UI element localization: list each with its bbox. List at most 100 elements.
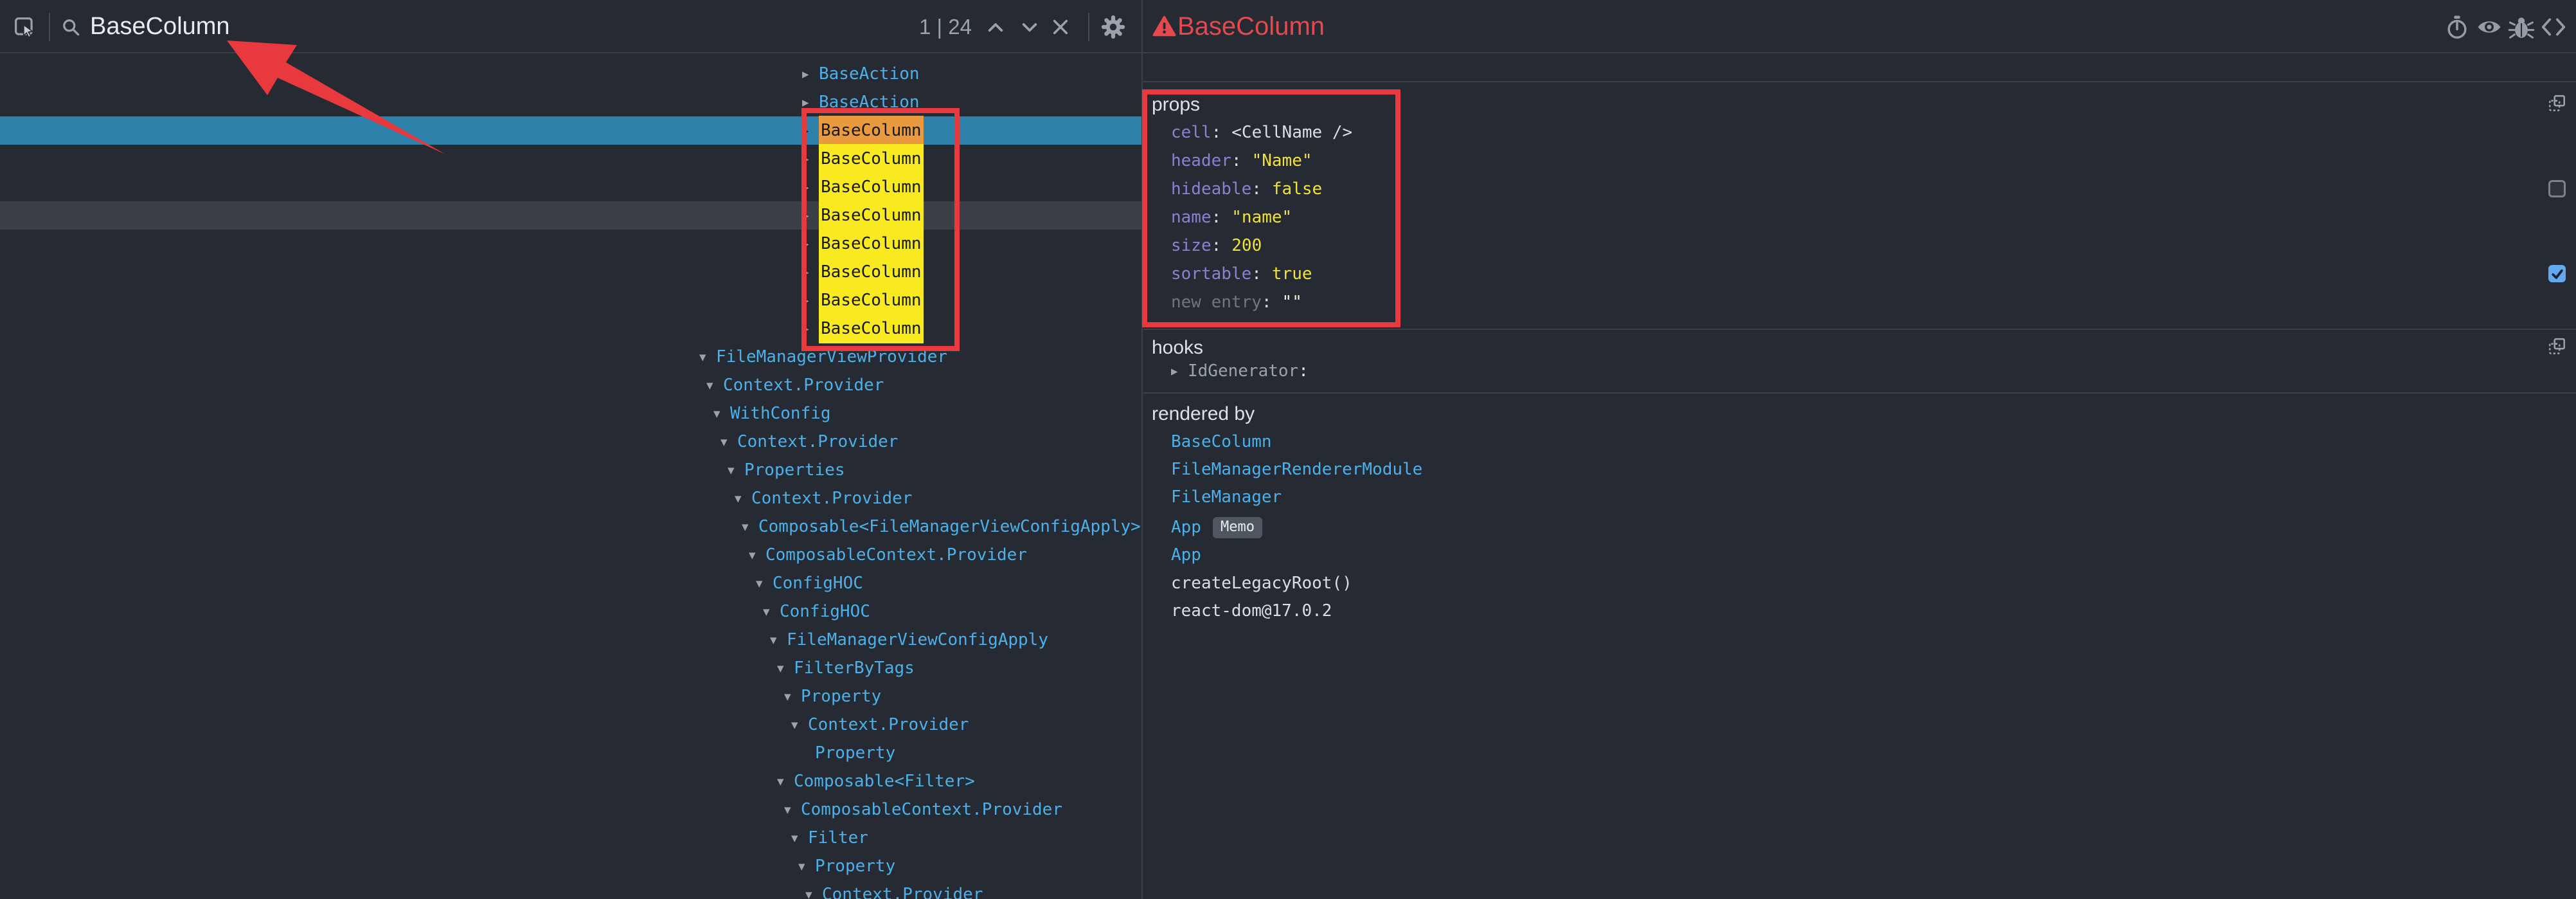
component-name[interactable]: Composable<Filter> [794, 772, 975, 791]
component-name[interactable]: Context.Provider [723, 376, 884, 395]
chevron-collapsed-icon[interactable]: ▸ [802, 179, 819, 195]
component-name[interactable]: Properties [744, 460, 845, 480]
owner-link[interactable]: BaseColumn [1171, 432, 1272, 451]
prop-value[interactable]: "" [1282, 293, 1302, 312]
tree-row[interactable]: ▾ConfigHOC [0, 597, 1141, 626]
tree-row[interactable]: ▾Context.Provider [0, 484, 1141, 513]
chevron-collapsed-icon[interactable]: ▸ [802, 95, 819, 110]
chevron-collapsed-icon[interactable]: ▸ [802, 264, 819, 280]
prop-value[interactable]: "name" [1231, 208, 1292, 227]
chevron-collapsed-icon[interactable]: ▸ [802, 66, 819, 82]
clear-search-icon[interactable] [1051, 18, 1069, 36]
chevron-collapsed-icon[interactable]: ▸ [802, 208, 819, 223]
component-name[interactable]: Property [815, 857, 895, 876]
component-name[interactable]: ComposableContext.Provider [765, 545, 1027, 565]
component-name[interactable]: Context.Provider [822, 885, 983, 899]
tree-row[interactable]: ▾Context.Provider [0, 371, 1141, 399]
panel-divider[interactable] [1141, 0, 1143, 899]
settings-gear-icon[interactable] [1100, 14, 1126, 40]
component-name[interactable]: Composable<FileManagerViewConfigApply> [758, 517, 1141, 536]
chevron-expanded-icon[interactable]: ▾ [784, 689, 801, 704]
tree-row[interactable]: ▾WithConfig [0, 399, 1141, 428]
chevron-collapsed-icon[interactable]: ▸ [1171, 363, 1188, 379]
prop-value[interactable]: true [1272, 264, 1312, 284]
tree-row[interactable]: ▸BaseColumn [0, 173, 1141, 201]
tree-row[interactable]: ▾ComposableContext.Provider [0, 541, 1141, 569]
component-name[interactable]: ComposableContext.Provider [801, 800, 1062, 819]
tree-row[interactable]: ▸BaseColumn [0, 314, 1141, 343]
component-name[interactable]: BaseColumn [819, 229, 924, 259]
chevron-expanded-icon[interactable]: ▾ [777, 774, 794, 789]
component-name[interactable]: BaseColumn [819, 257, 924, 287]
checkbox-checked[interactable] [2548, 265, 2566, 282]
component-name[interactable]: ConfigHOC [773, 574, 863, 593]
chevron-expanded-icon[interactable]: ▾ [777, 660, 794, 676]
component-name[interactable]: BaseColumn [819, 116, 924, 145]
chevron-expanded-icon[interactable]: ▾ [713, 406, 730, 421]
tree-row[interactable]: ▾Context.Provider [0, 428, 1141, 456]
tree-row[interactable]: ▾ComposableContext.Provider [0, 795, 1141, 824]
tree-row[interactable]: ▾FileManagerViewConfigApply [0, 626, 1141, 654]
tree-row[interactable]: ▾Property [0, 682, 1141, 711]
tree-row[interactable]: ▾FileManagerViewProvider [0, 343, 1141, 371]
component-name[interactable]: Filter [808, 828, 868, 848]
search-input[interactable] [90, 0, 900, 53]
component-name[interactable]: FileManagerViewConfigApply [787, 630, 1048, 649]
chevron-collapsed-icon[interactable]: ▸ [802, 321, 819, 336]
component-name[interactable]: Context.Provider [751, 489, 912, 508]
tree-row[interactable]: ▾Composable<Filter> [0, 767, 1141, 795]
owner-link[interactable]: App [1171, 545, 1201, 565]
owner-link[interactable]: FileManager [1171, 487, 1282, 507]
checkbox-unchecked[interactable] [2548, 180, 2566, 197]
chevron-expanded-icon[interactable]: ▾ [720, 434, 737, 450]
component-name[interactable]: BaseColumn [819, 172, 924, 202]
next-result-icon[interactable] [1020, 19, 1039, 35]
component-name[interactable]: BaseAction [819, 93, 920, 112]
prop-value[interactable]: false [1272, 179, 1322, 199]
chevron-expanded-icon[interactable]: ▾ [791, 717, 808, 732]
previous-result-icon[interactable] [986, 19, 1005, 35]
tree-row[interactable]: ▾ConfigHOC [0, 569, 1141, 597]
tree-row[interactable]: ▸BaseColumn [0, 116, 1141, 145]
component-name[interactable]: Property [815, 743, 895, 763]
component-name[interactable]: BaseColumn [819, 286, 924, 315]
chevron-expanded-icon[interactable]: ▾ [706, 377, 723, 393]
component-name[interactable]: Property [801, 687, 881, 706]
tree-row[interactable]: ▾Properties [0, 456, 1141, 484]
owner-link[interactable]: FileManagerRendererModule [1171, 460, 1422, 479]
tree-row[interactable]: ▸BaseColumn [0, 201, 1141, 230]
tree-row[interactable]: Property [0, 739, 1141, 767]
component-name[interactable]: BaseColumn [819, 314, 924, 343]
tree-row[interactable]: ▸BaseAction [0, 60, 1141, 88]
hook-row[interactable]: ▸IdGenerator: [1171, 357, 1309, 385]
chevron-expanded-icon[interactable]: ▾ [784, 802, 801, 817]
tree-row[interactable]: ▾Composable<FileManagerViewConfigApply> [0, 513, 1141, 541]
chevron-expanded-icon[interactable]: ▾ [805, 887, 822, 899]
tree-row[interactable]: ▾FilterByTags [0, 654, 1141, 682]
chevron-expanded-icon[interactable]: ▾ [798, 858, 815, 874]
tree-row[interactable]: ▸BaseColumn [0, 258, 1141, 286]
prop-value[interactable]: 200 [1231, 236, 1262, 255]
chevron-expanded-icon[interactable]: ▾ [728, 462, 744, 478]
chevron-expanded-icon[interactable]: ▾ [763, 604, 780, 619]
tree-row[interactable]: ▾Filter [0, 824, 1141, 852]
tree-row[interactable]: ▸BaseColumn [0, 230, 1141, 258]
prop-value[interactable]: "Name" [1252, 151, 1312, 170]
owner-link[interactable]: App [1171, 518, 1201, 537]
tree-row[interactable]: ▸BaseColumn [0, 145, 1141, 173]
chevron-expanded-icon[interactable]: ▾ [699, 349, 716, 365]
component-name[interactable]: Context.Provider [808, 715, 969, 734]
chevron-expanded-icon[interactable]: ▾ [756, 576, 773, 591]
component-name[interactable]: FileManagerViewProvider [716, 347, 947, 367]
component-name[interactable]: BaseAction [819, 64, 920, 84]
tree-row[interactable]: ▾Context.Provider [0, 880, 1141, 899]
component-name[interactable]: WithConfig [730, 404, 831, 423]
component-name[interactable]: FilterByTags [794, 658, 915, 678]
tree-row[interactable]: ▸BaseColumn [0, 286, 1141, 314]
chevron-expanded-icon[interactable]: ▾ [735, 491, 751, 506]
component-name[interactable]: BaseColumn [819, 144, 924, 174]
copy-props-icon[interactable] [2548, 94, 2567, 113]
chevron-collapsed-icon[interactable]: ▸ [802, 151, 819, 167]
tree-row[interactable]: ▾Context.Provider [0, 711, 1141, 739]
chevron-collapsed-icon[interactable]: ▸ [802, 236, 819, 251]
